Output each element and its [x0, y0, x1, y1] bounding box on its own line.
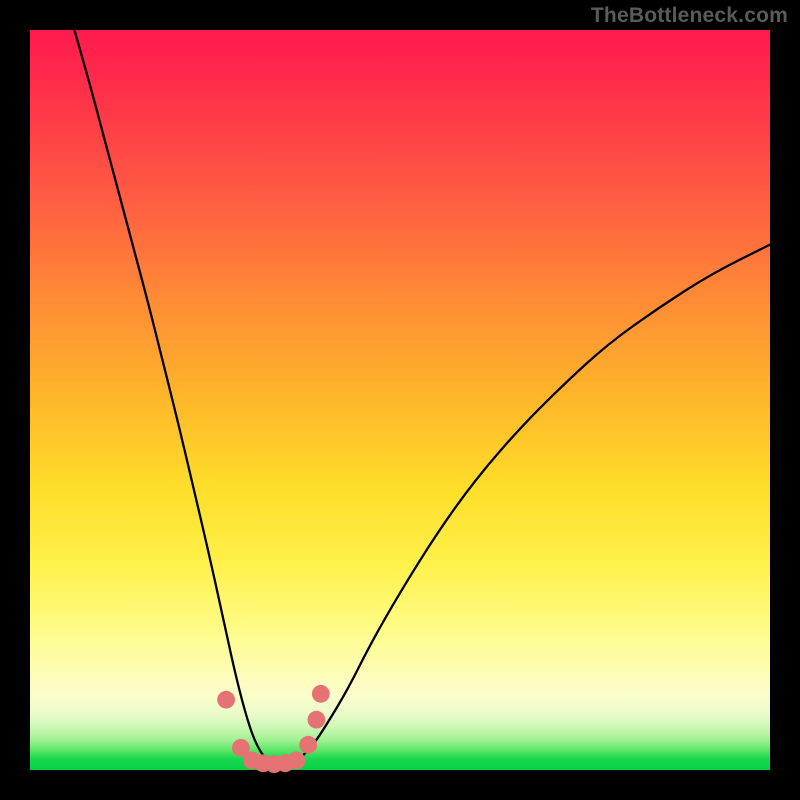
curve-path — [74, 30, 770, 764]
chart-svg — [30, 30, 770, 770]
marker-dot — [288, 752, 306, 770]
marker-dot — [308, 711, 326, 729]
marker-dot — [217, 691, 235, 709]
marker-dot — [312, 685, 330, 703]
marker-dot — [299, 736, 317, 754]
chart-plot-area — [30, 30, 770, 770]
watermark-text: TheBottleneck.com — [591, 4, 788, 28]
chart-frame: TheBottleneck.com — [0, 0, 800, 800]
marker-cluster — [217, 685, 329, 773]
